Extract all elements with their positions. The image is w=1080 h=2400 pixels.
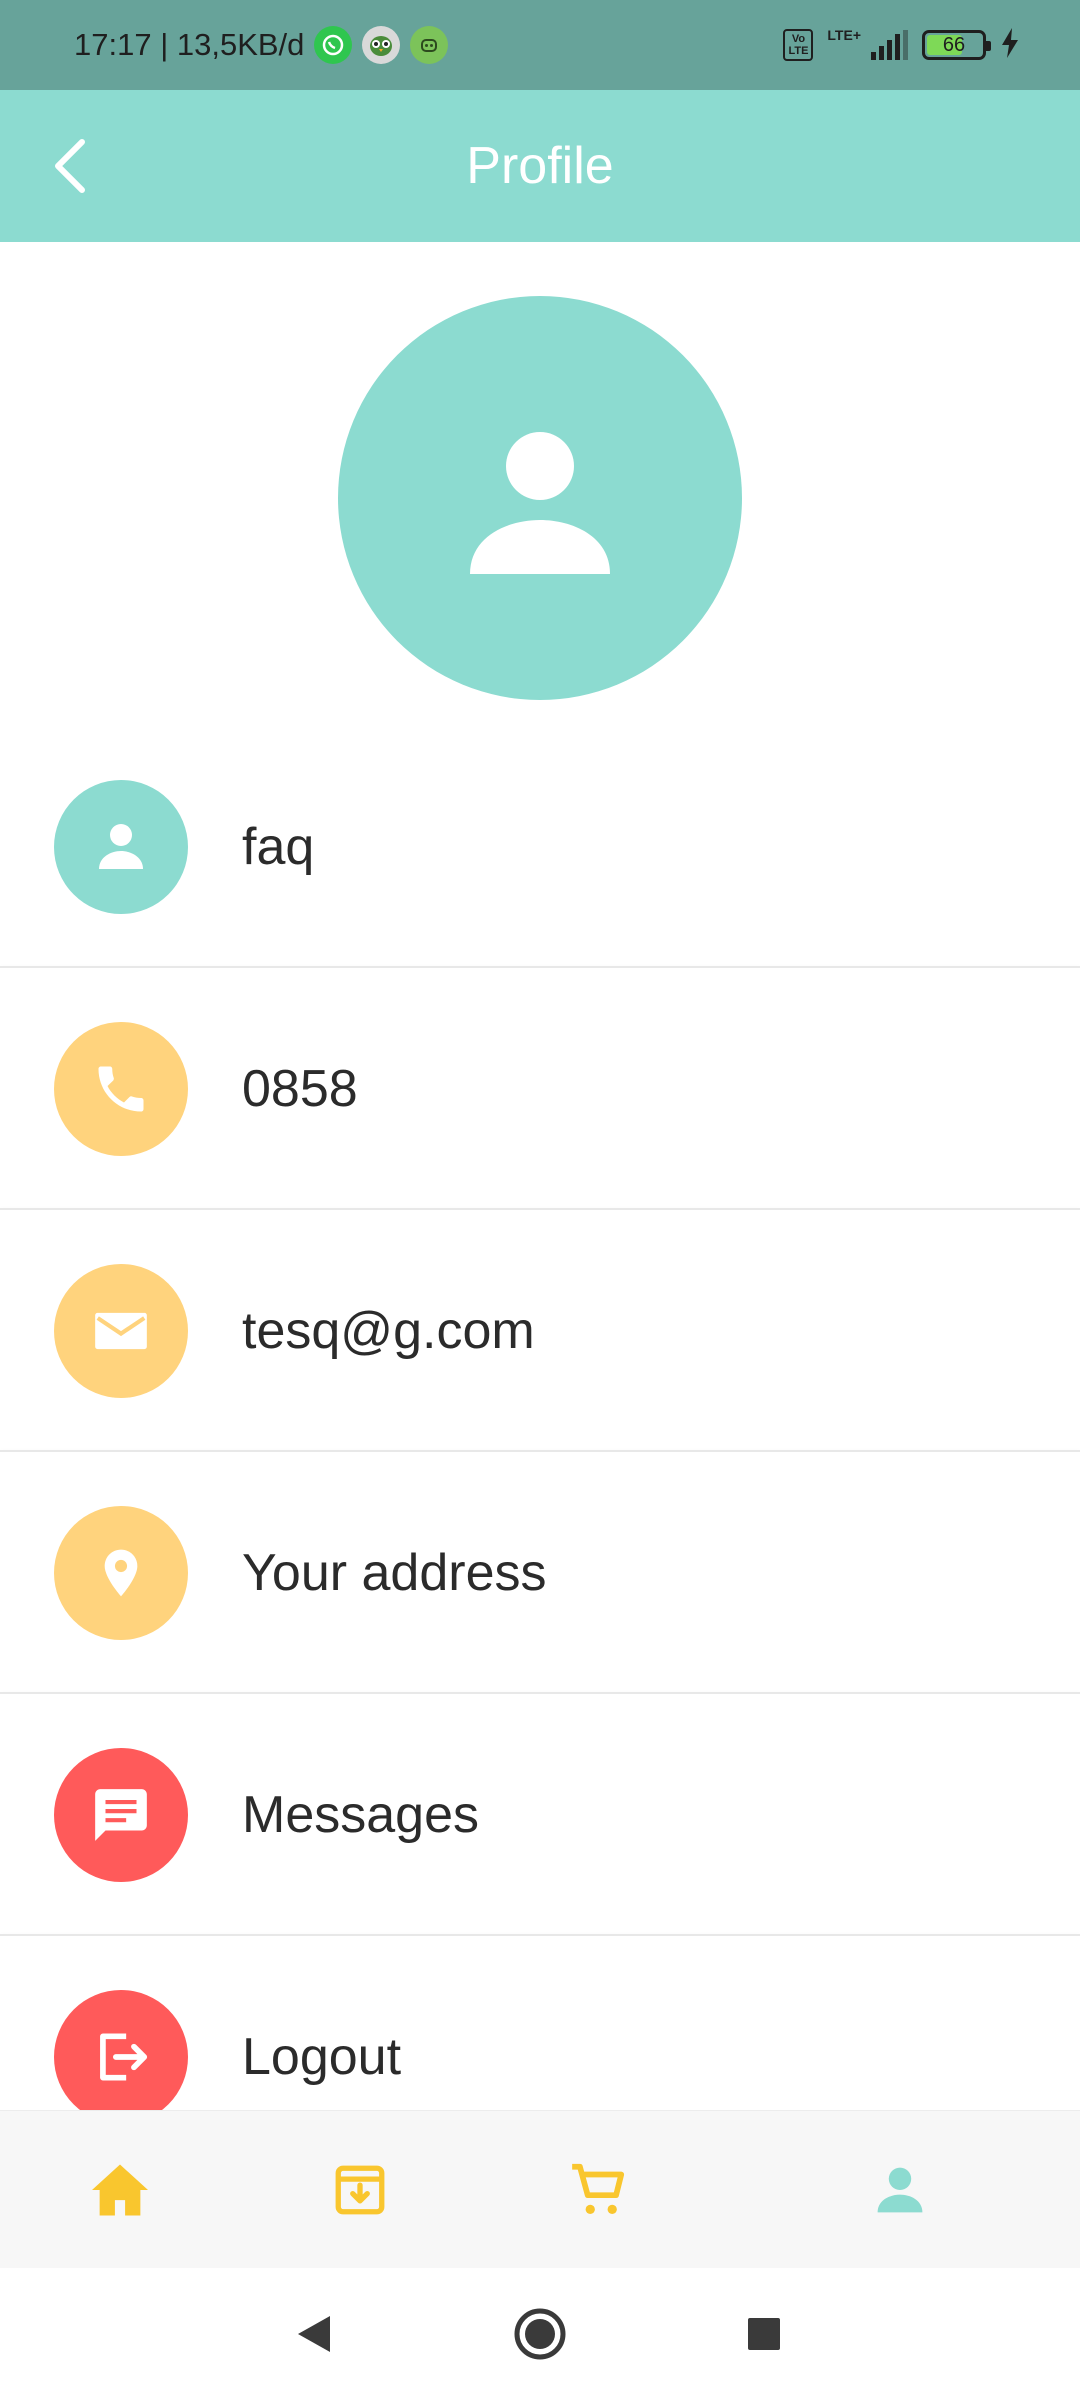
profile-row-email[interactable]: tesq@g.com bbox=[0, 1210, 1080, 1452]
status-time: 17:17 | 13,5KB/d bbox=[74, 27, 305, 62]
lte-label: LTE+ bbox=[827, 27, 861, 43]
charging-icon bbox=[1000, 27, 1020, 63]
recents-square-icon bbox=[748, 2318, 780, 2350]
status-bar: 17:17 | 13,5KB/d Vo LTE LTE+ 66 bbox=[0, 0, 1080, 90]
person-icon bbox=[877, 2167, 923, 2213]
profile-row-messages[interactable]: Messages bbox=[0, 1694, 1080, 1936]
phone-icon bbox=[54, 1022, 188, 1156]
signal-icon bbox=[871, 30, 908, 60]
status-right: Vo LTE LTE+ 66 bbox=[783, 0, 1020, 90]
location-pin-icon bbox=[54, 1506, 188, 1640]
profile-email: tesq@g.com bbox=[242, 1302, 535, 1360]
nav-home[interactable] bbox=[60, 2111, 180, 2269]
person-icon bbox=[54, 780, 188, 914]
whatsapp-icon bbox=[314, 26, 353, 64]
home-circle-icon bbox=[514, 2308, 566, 2360]
mail-icon bbox=[54, 1264, 188, 1398]
person-icon bbox=[470, 432, 610, 574]
back-arrow-icon bbox=[55, 139, 85, 193]
battery-level: 66 bbox=[942, 34, 966, 56]
profile-row-name[interactable]: faq bbox=[0, 726, 1080, 968]
messages-label: Messages bbox=[242, 1786, 479, 1844]
nav-orders[interactable] bbox=[300, 2111, 420, 2269]
back-button[interactable] bbox=[30, 126, 110, 206]
archive-download-icon bbox=[335, 2165, 385, 2215]
cart-icon bbox=[572, 2163, 625, 2215]
bottom-nav bbox=[0, 2110, 1080, 2268]
home-icon bbox=[92, 2164, 148, 2216]
robot-app-icon bbox=[410, 26, 449, 64]
profile-phone: 0858 bbox=[242, 1060, 358, 1118]
app-bar: Profile bbox=[0, 90, 1080, 242]
battery-icon: 66 bbox=[922, 30, 991, 60]
system-home-button[interactable] bbox=[500, 2294, 580, 2374]
profile-row-phone[interactable]: 0858 bbox=[0, 968, 1080, 1210]
message-icon bbox=[54, 1748, 188, 1882]
back-triangle-icon bbox=[298, 2316, 330, 2352]
system-back-button[interactable] bbox=[274, 2294, 354, 2374]
profile-row-address[interactable]: Your address bbox=[0, 1452, 1080, 1694]
status-left: 17:17 | 13,5KB/d bbox=[74, 0, 449, 90]
profile-name: faq bbox=[242, 818, 315, 876]
owl-app-icon bbox=[362, 26, 401, 64]
nav-cart[interactable] bbox=[538, 2111, 658, 2269]
system-recents-button[interactable] bbox=[724, 2294, 804, 2374]
page-title: Profile bbox=[466, 137, 614, 195]
profile-address: Your address bbox=[242, 1544, 547, 1602]
nav-profile[interactable] bbox=[840, 2111, 960, 2269]
volte-badge: Vo LTE bbox=[783, 29, 814, 61]
profile-list: faq 0858 tesq@g.com Your address Message… bbox=[0, 726, 1080, 2136]
system-nav bbox=[0, 2268, 1080, 2400]
profile-row-logout[interactable]: Logout bbox=[0, 1936, 1080, 2136]
logout-icon bbox=[54, 1990, 188, 2124]
avatar[interactable] bbox=[338, 296, 742, 700]
